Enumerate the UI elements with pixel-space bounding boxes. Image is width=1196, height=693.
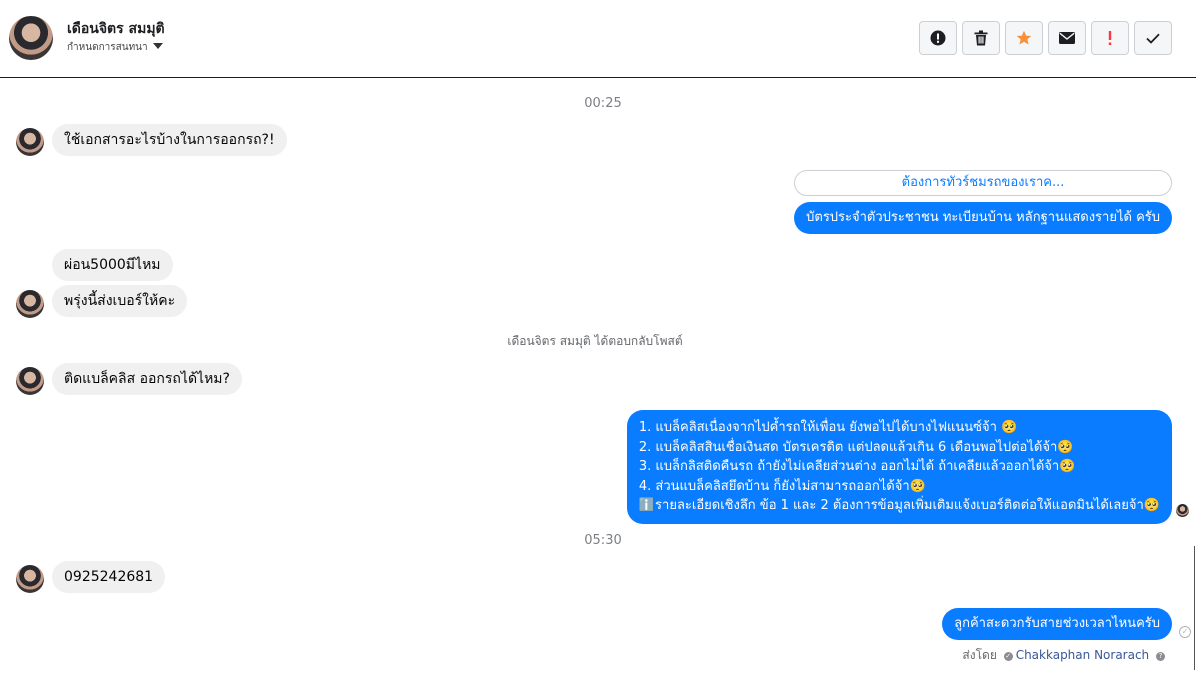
timestamp: 05:30: [584, 533, 622, 548]
star-icon: [1016, 30, 1032, 45]
info-button[interactable]: [919, 21, 957, 55]
conversation-status-label: กำหนดการสนทนา: [67, 42, 148, 52]
incoming-message: ผ่อน5000มีไหม: [52, 249, 173, 281]
contact-avatar-small: [16, 367, 44, 395]
seen-avatar: [1176, 504, 1189, 517]
contact-avatar[interactable]: [9, 16, 53, 60]
contact-avatar-small: [16, 290, 44, 318]
outgoing-message: ลูกค้าสะดวกรับสายช่วงเวลาไหนครับ: [942, 608, 1172, 640]
timestamp: 00:25: [584, 96, 622, 111]
outgoing-message: บัตรประจำตัวประชาชน ทะเบียนบ้าน หลักฐานแ…: [794, 202, 1172, 234]
system-note: เดือนจิตร สมมุติ ได้ตอบกลับโพสต์: [507, 334, 683, 348]
incoming-message: ใช้เอกสารอะไรบ้างในการออกรถ?!: [52, 124, 287, 156]
help-icon[interactable]: ?: [1156, 652, 1165, 661]
sent-by-line: ส่งโดย ✓ Chakkaphan Norarach ?: [962, 646, 1168, 665]
trash-icon: [974, 30, 988, 46]
conversation-toolbar: [919, 21, 1172, 55]
outgoing-message: 1. แบล็คลิสเนื่องจากไปค้ำรถให้เพื่อน ยัง…: [626, 410, 1172, 524]
check-icon: [1146, 33, 1160, 44]
delete-button[interactable]: [962, 21, 1000, 55]
star-button[interactable]: [1005, 21, 1043, 55]
info-circle-icon: [930, 30, 946, 46]
sent-status-icon: ✓: [1179, 626, 1191, 638]
sent-by-label: ส่งโดย: [962, 648, 997, 662]
conversation-header: เดือนจิตร สมมุติ กำหนดการสนทนา: [0, 0, 1196, 78]
spam-button[interactable]: [1091, 21, 1129, 55]
quick-reply-button[interactable]: ต้องการทัวร์ชมรถของเราค...: [794, 170, 1172, 196]
incoming-message: ติดแบล็คลิส ออกรถได้ไหม?: [52, 363, 242, 395]
contact-avatar-small: [16, 565, 44, 593]
caret-down-icon: [152, 43, 163, 49]
contact-name[interactable]: เดือนจิตร สมมุติ: [67, 18, 165, 40]
mark-done-button[interactable]: [1134, 21, 1172, 55]
agent-name[interactable]: Chakkaphan Norarach: [1016, 648, 1149, 662]
exclamation-icon: [1108, 31, 1112, 45]
contact-avatar-small: [16, 128, 44, 156]
envelope-icon: [1059, 32, 1075, 44]
incoming-message: 0925242681: [52, 561, 166, 593]
mark-unread-button[interactable]: [1048, 21, 1086, 55]
agent-check-icon: ✓: [1003, 652, 1013, 661]
incoming-message: พรุ่งนี้ส่งเบอร์ให้คะ: [52, 285, 188, 317]
scrollbar[interactable]: [1194, 546, 1195, 670]
message-thread[interactable]: 00:25 ใช้เอกสารอะไรบ้างในการออกรถ?! ต้อง…: [0, 79, 1196, 693]
conversation-status-dropdown[interactable]: กำหนดการสนทนา: [67, 40, 163, 52]
